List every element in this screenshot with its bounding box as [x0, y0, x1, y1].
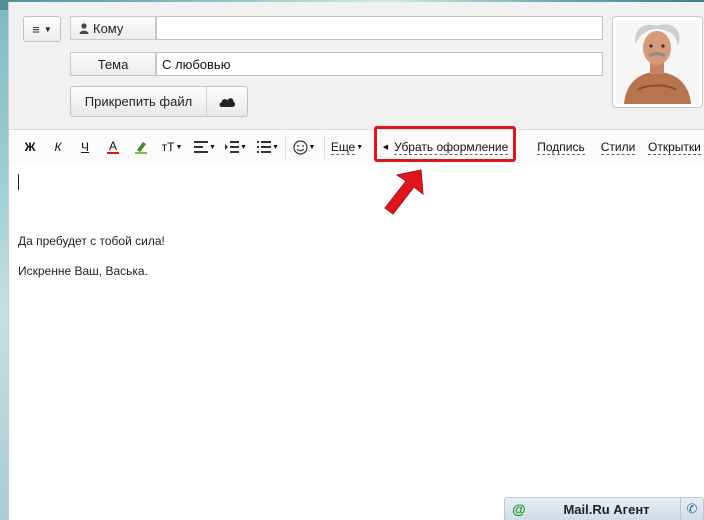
emoji-button[interactable]: ▼ — [291, 138, 317, 156]
agent-title: Mail.Ru Агент — [563, 501, 650, 517]
list-button[interactable]: ▼ — [256, 138, 280, 156]
compose-menu-button[interactable]: ≡ ▼ — [23, 16, 61, 42]
smiley-icon — [292, 139, 308, 155]
red-arrow-annotation — [384, 169, 424, 215]
cloud-icon — [219, 97, 236, 107]
underline-button[interactable]: Ч — [78, 138, 92, 156]
more-button[interactable]: Еще ▼ — [330, 138, 364, 156]
align-left-icon — [194, 141, 209, 153]
agent-at-icon: @ — [512, 501, 526, 517]
bold-button[interactable]: Ж — [23, 138, 37, 156]
indent-icon — [225, 141, 240, 153]
highlight-color-button[interactable] — [132, 138, 150, 156]
font-size-button[interactable]: тТ ▼ — [159, 138, 185, 156]
to-label: Кому — [93, 20, 124, 36]
chevron-down-icon: ▼ — [43, 24, 52, 34]
highlight-box — [374, 126, 516, 162]
marker-icon — [135, 142, 147, 154]
phone-icon[interactable]: ✆ — [681, 501, 703, 517]
styles-button[interactable]: Стили — [599, 138, 637, 156]
subject-field[interactable]: С любовью — [156, 52, 603, 76]
chevron-down-icon: ▼ — [356, 143, 364, 151]
attach-file-button[interactable]: Прикрепить файл — [71, 94, 206, 109]
text-color-button[interactable]: А — [105, 138, 121, 156]
compose-panel: ≡ ▼ Кому Тема С любовью Прикрепить файл — [8, 2, 704, 520]
numbered-list-icon — [257, 141, 272, 153]
subject-value: С любовью — [162, 56, 231, 72]
cloud-attach-button[interactable] — [207, 96, 247, 108]
signature-button[interactable]: Подпись — [535, 138, 587, 156]
toolbar-divider — [285, 135, 286, 159]
text-color-bar — [107, 152, 119, 154]
body-line: Да пребудет с тобой сила! — [18, 234, 165, 248]
formatting-toolbar: Ж К Ч А тТ ▼ ▼ ▼ ▼ ▼ Еще ▼ ◀ Убрать офор… — [9, 129, 704, 165]
italic-button[interactable]: К — [51, 138, 65, 156]
avatar-photo — [616, 20, 699, 104]
align-button[interactable]: ▼ — [193, 138, 217, 156]
body-line: Искренне Ваш, Васька. — [18, 264, 148, 278]
message-editor[interactable]: Да пребудет с тобой сила! Искренне Ваш, … — [9, 164, 704, 520]
postcards-button[interactable]: Открытки — [648, 138, 704, 156]
sender-avatar[interactable] — [612, 16, 703, 108]
indent-button[interactable]: ▼ — [224, 138, 248, 156]
text-cursor — [18, 174, 19, 190]
attach-group: Прикрепить файл — [70, 86, 248, 117]
mail-agent-bar[interactable]: @ Mail.Ru Агент ✆ — [504, 497, 704, 520]
subject-label-text: Тема — [97, 56, 129, 72]
to-label-button[interactable]: Кому — [70, 16, 156, 40]
toolbar-divider — [324, 135, 325, 159]
subject-label: Тема — [70, 52, 156, 76]
menu-icon: ≡ — [32, 21, 40, 37]
to-field[interactable] — [156, 16, 603, 40]
person-icon — [79, 22, 89, 34]
chevron-down-icon: ▼ — [175, 143, 183, 151]
